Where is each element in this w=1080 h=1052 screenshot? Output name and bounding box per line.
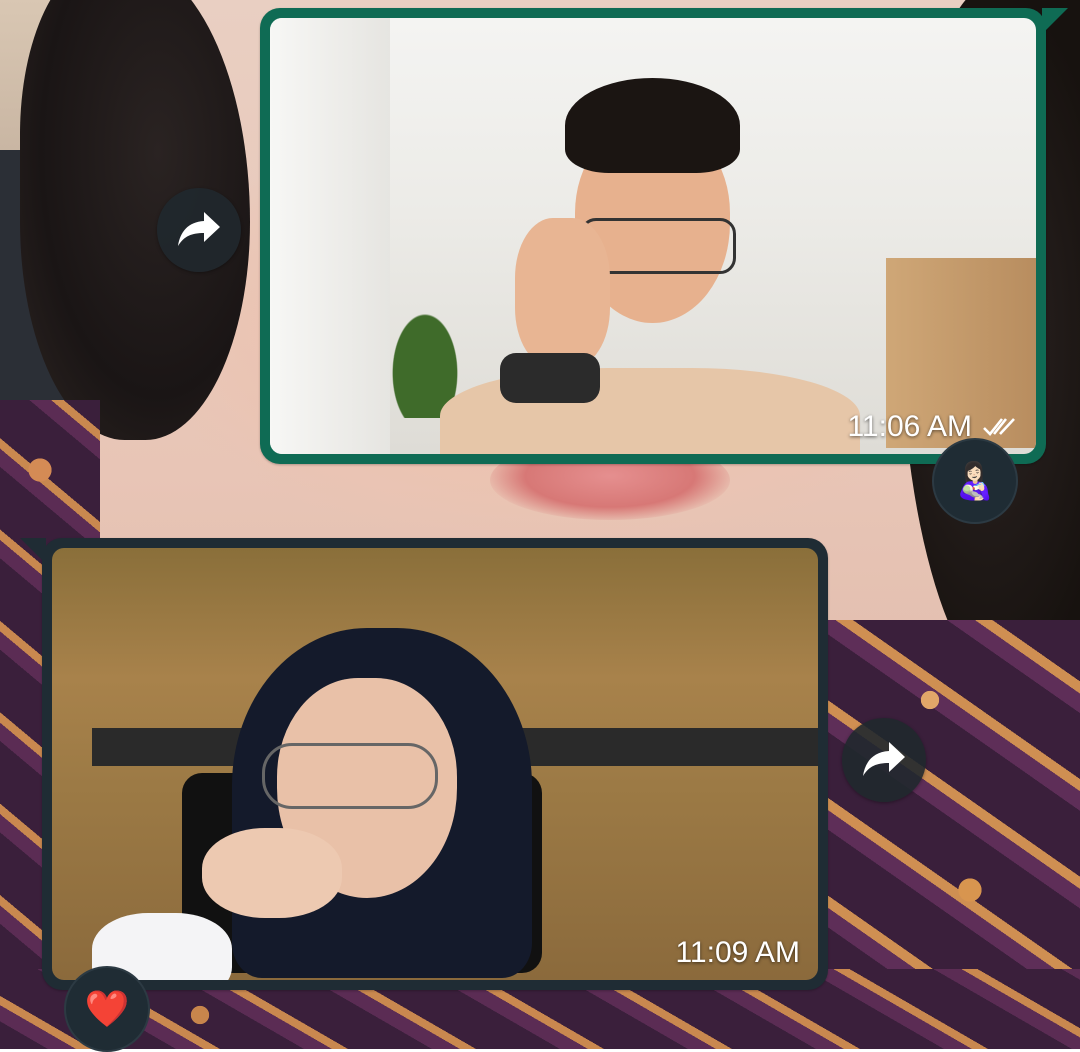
message-meta: 11:06 AM — [847, 412, 1018, 442]
photo-region — [515, 218, 610, 368]
forward-button[interactable] — [157, 188, 241, 272]
bubble-tail — [1042, 8, 1068, 34]
message-meta: 11:09 AM — [675, 938, 800, 968]
message-time: 11:06 AM — [847, 410, 972, 443]
message-photo[interactable]: 11:06 AM — [270, 18, 1036, 454]
message-photo[interactable]: 11:09 AM — [52, 548, 818, 980]
photo-subject — [440, 78, 860, 454]
message-reaction[interactable]: ❤️ — [64, 966, 150, 1052]
photo-region — [262, 743, 438, 809]
message-reaction[interactable]: 👩🏻‍🍼 — [932, 438, 1018, 524]
incoming-image-message[interactable]: 11:09 AM — [20, 538, 828, 990]
photo-region — [500, 353, 600, 403]
reaction-emoji: ❤️ — [84, 988, 130, 1029]
photo-region — [202, 828, 342, 918]
bubble-tail — [20, 538, 46, 564]
forward-icon — [863, 742, 905, 776]
reaction-emoji: 👩🏻‍🍼 — [952, 460, 998, 501]
photo-region — [565, 78, 740, 173]
forward-button[interactable] — [842, 718, 926, 802]
message-time: 11:09 AM — [675, 936, 800, 969]
forward-icon — [178, 212, 220, 246]
outgoing-image-message[interactable]: 11:06 AM — [260, 8, 1068, 464]
double-check-icon — [983, 418, 1015, 436]
photo-subject — [92, 628, 602, 980]
